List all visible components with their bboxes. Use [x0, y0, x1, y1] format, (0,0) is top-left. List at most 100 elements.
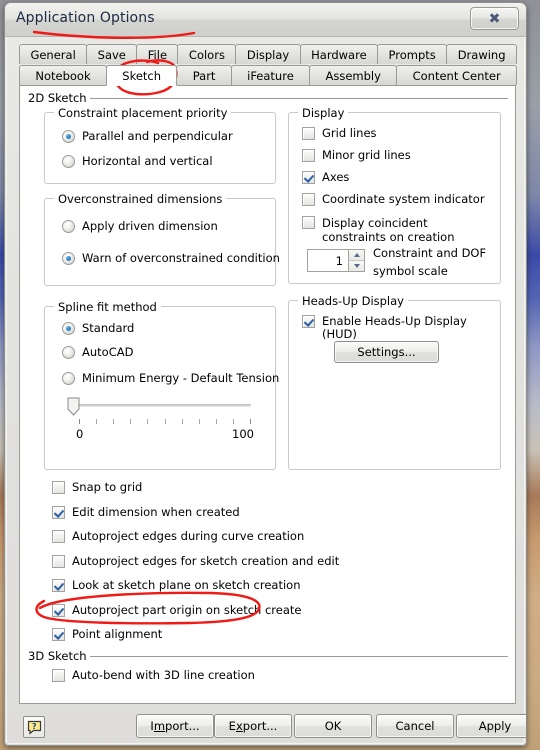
section-header-3d-sketch: 3D Sketch [28, 649, 87, 663]
spinner-value[interactable]: 1 [308, 254, 348, 268]
checkbox-autoproject-edges-for-sketch-creation-and-edit[interactable]: Autoproject edges for sketch creation an… [52, 553, 340, 568]
slider-tick [181, 419, 183, 424]
help-balloon-icon: ? [27, 720, 41, 735]
spinner-decrement-button[interactable] [348, 260, 364, 271]
button-label: Apply [478, 719, 512, 733]
radio-indicator[interactable] [62, 371, 75, 385]
checkbox-indicator[interactable] [302, 171, 315, 184]
checkbox-indicator[interactable] [52, 554, 65, 568]
slider-thumb[interactable] [67, 397, 80, 416]
spinner-increment-button[interactable] [348, 250, 364, 260]
radio-label: Minimum Energy - Default Tension [82, 371, 280, 385]
checkbox-indicator[interactable] [302, 127, 315, 140]
radio-label: Horizontal and vertical [82, 154, 213, 168]
tab-hardware[interactable]: Hardware [299, 44, 379, 64]
checkbox-edit-dimension-when-created[interactable]: Edit dimension when created [52, 505, 240, 519]
tab-general[interactable]: General [19, 44, 88, 64]
checkbox-indicator[interactable] [302, 216, 315, 229]
tab-strip: General Save File Colors Display Hardware Prom… [19, 44, 518, 86]
help-button[interactable]: ? [23, 716, 45, 738]
tab-file[interactable]: File [136, 44, 179, 64]
tension-slider[interactable]: 0 100 [67, 397, 263, 459]
tab-prompts[interactable]: Prompts [377, 44, 448, 64]
checkbox-indicator[interactable] [52, 481, 65, 494]
checkbox-label: Enable Heads-Up Display (HUD) [322, 314, 467, 341]
slider-tick [198, 419, 200, 424]
tab-save[interactable]: Save [86, 44, 138, 64]
checkbox-label: Coordinate system indicator [322, 192, 485, 206]
hud-settings-button[interactable]: Settings... [334, 341, 439, 363]
checkbox-indicator[interactable] [52, 505, 65, 519]
checkbox-autoproject-part-origin-on-sketch-create[interactable]: Autoproject part origin on sketch create [52, 602, 302, 617]
checkbox-indicator[interactable] [302, 193, 315, 206]
radio-label: Warn of overconstrained condition [82, 251, 280, 265]
checkbox-enable-hud[interactable]: Enable Heads-Up Display (HUD) [302, 315, 500, 341]
radio-warn-overconstrained[interactable]: Warn of overconstrained condition [62, 251, 280, 265]
checkbox-indicator[interactable] [302, 149, 315, 162]
button-label: Import... [150, 719, 200, 733]
spinner-arrows [348, 250, 364, 271]
radio-standard[interactable]: Standard [62, 321, 134, 335]
checkbox-auto-bend-3d-line[interactable]: Auto-bend with 3D line creation [52, 669, 255, 682]
tab-ifeature[interactable]: iFeature [230, 65, 311, 85]
tab-display[interactable]: Display [235, 44, 301, 64]
slider-tick [79, 419, 80, 424]
checkbox-label: Autoproject edges for sketch creation an… [72, 553, 340, 568]
tab-colors[interactable]: Colors [177, 44, 237, 64]
checkbox-autoproject-edges-during-curve-creation[interactable]: Autoproject edges during curve creation [52, 530, 304, 543]
checkbox-axes[interactable]: Axes [302, 171, 349, 184]
apply-button[interactable]: Apply [456, 714, 526, 738]
ok-button[interactable]: OK [294, 714, 372, 738]
tab-content-center[interactable]: Content Center [396, 65, 518, 85]
checkbox-indicator[interactable] [52, 669, 65, 682]
cancel-button[interactable]: Cancel [376, 714, 454, 738]
tab-drawing[interactable]: Drawing [446, 44, 517, 64]
radio-indicator[interactable] [62, 345, 75, 359]
checkbox-indicator[interactable] [52, 628, 65, 641]
checkbox-display-coincident-constraints[interactable]: Display coincident constraints on creati… [302, 216, 487, 244]
checkbox-label: Axes [322, 170, 350, 184]
tab-label: Colors [188, 47, 225, 62]
tab-sketch[interactable]: Sketch [105, 65, 178, 86]
tab-assembly[interactable]: Assembly [309, 65, 398, 85]
tab-label: Prompts [388, 47, 436, 62]
tab-row-1: General Save File Colors Display Hardware Prom… [19, 44, 517, 64]
radio-minimum-energy[interactable]: Minimum Energy - Default Tension [62, 371, 279, 385]
tab-part[interactable]: Part [176, 65, 232, 85]
import-button[interactable]: Import... [136, 714, 214, 738]
tab-row-2: Notebook Sketch Part iFeature Assembly Conten… [19, 65, 518, 86]
checkbox-look-at-sketch-plane-on-sketch-creation[interactable]: Look at sketch plane on sketch creation [52, 579, 300, 592]
group-overconstrained-dimensions: Overconstrained dimensions Apply driven … [44, 192, 280, 286]
checkbox-label: Autoproject part origin on sketch create [72, 602, 302, 617]
radio-apply-driven-dimension[interactable]: Apply driven dimension [62, 219, 218, 233]
checkbox-indicator[interactable] [52, 530, 65, 543]
radio-indicator[interactable] [62, 321, 75, 335]
radio-horizontal-vertical[interactable]: Horizontal and vertical [62, 154, 213, 168]
tab-label: Content Center [412, 68, 501, 83]
radio-indicator[interactable] [62, 251, 75, 265]
checkbox-grid-lines[interactable]: Grid lines [302, 127, 377, 140]
close-button[interactable]: ✖ [470, 7, 519, 30]
group-title-spline: Spline fit method [54, 300, 161, 314]
radio-parallel-perpendicular[interactable]: Parallel and perpendicular [62, 129, 233, 143]
tab-label: Part [192, 68, 216, 83]
radio-indicator[interactable] [62, 129, 75, 143]
checkbox-indicator[interactable] [302, 315, 315, 328]
checkbox-indicator[interactable] [52, 603, 65, 617]
checkbox-point-alignment[interactable]: Point alignment [52, 628, 162, 641]
checkbox-coordinate-system-indicator[interactable]: Coordinate system indicator [302, 193, 485, 206]
checkbox-indicator[interactable] [52, 579, 65, 592]
tab-label: Display [246, 47, 290, 62]
symbol-scale-spinner[interactable]: 1 [307, 249, 365, 272]
symbol-scale-label-line2: symbol scale [373, 264, 448, 278]
checkbox-minor-grid-lines[interactable]: Minor grid lines [302, 149, 411, 162]
export-button[interactable]: Export... [214, 714, 292, 738]
tab-notebook[interactable]: Notebook [19, 65, 107, 85]
checkbox-snap-to-grid[interactable]: Snap to grid [52, 481, 142, 494]
radio-indicator[interactable] [62, 219, 75, 233]
slider-track[interactable] [79, 404, 251, 407]
group-constraint-placement-priority: Constraint placement priority Parallel a… [44, 106, 276, 184]
radio-indicator[interactable] [62, 154, 75, 168]
group-title-constraint-priority: Constraint placement priority [54, 106, 232, 120]
radio-autocad[interactable]: AutoCAD [62, 345, 133, 359]
